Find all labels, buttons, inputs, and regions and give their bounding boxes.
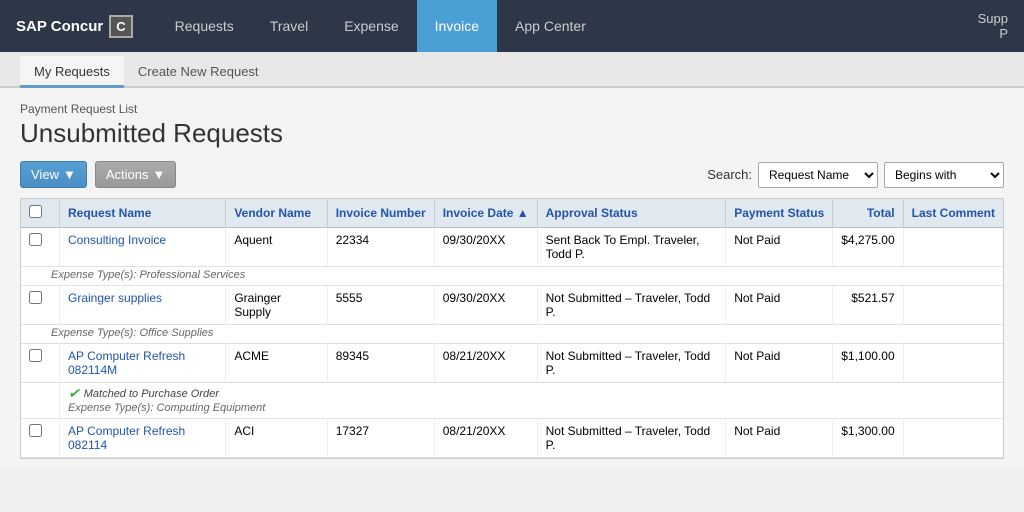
sub-row-3-po: ✔ Matched to Purchase Order Expense Type… [21,383,1003,419]
view-button[interactable]: View ▼ [20,161,87,188]
invoice-number-2: 5555 [327,286,434,325]
col-request-name[interactable]: Request Name [60,199,226,228]
matched-po-indicator: ✔ Matched to Purchase Order [68,385,995,402]
nav-right: Supp P [978,11,1008,41]
approval-status-3: Not Submitted – Traveler, Todd P. [537,344,726,383]
invoice-number-1: 22334 [327,228,434,267]
last-comment-2 [903,286,1003,325]
nav-app-center[interactable]: App Center [497,0,604,52]
total-2: $521.57 [833,286,903,325]
top-navigation: SAP Concur C Requests Travel Expense Inv… [0,0,1024,52]
row-checkbox-4[interactable] [29,424,42,437]
payment-status-1: Not Paid [726,228,833,267]
last-comment-4 [903,419,1003,458]
search-condition-select[interactable]: Begins with Contains Equals [884,162,1004,188]
col-vendor-name[interactable]: Vendor Name [226,199,327,228]
row-checkbox-1[interactable] [29,233,42,246]
total-4: $1,300.00 [833,419,903,458]
vendor-name-4: ACI [226,419,327,458]
request-name-2[interactable]: Grainger supplies [68,291,162,305]
col-total[interactable]: Total [833,199,903,228]
invoice-date-4: 08/21/20XX [434,419,537,458]
logo-box: C [109,15,132,38]
app-logo: SAP Concur C [16,15,133,38]
payment-status-2: Not Paid [726,286,833,325]
sub-nav-my-requests[interactable]: My Requests [20,56,124,88]
page-title: Unsubmitted Requests [20,118,1004,149]
approval-status-4: Not Submitted – Traveler, Todd P. [537,419,726,458]
table-row: Consulting Invoice Aquent 22334 09/30/20… [21,228,1003,267]
col-invoice-number[interactable]: Invoice Number [327,199,434,228]
col-invoice-date[interactable]: Invoice Date ▲ [434,199,537,228]
total-1: $4,275.00 [833,228,903,267]
table-row: Grainger supplies Grainger Supply 5555 0… [21,286,1003,325]
nav-requests[interactable]: Requests [157,0,252,52]
matched-po-text: Matched to Purchase Order [84,388,219,400]
sub-nav-create-request[interactable]: Create New Request [124,56,273,88]
sub-text-2: Expense Type(s): Office Supplies [21,325,1003,344]
nav-links: Requests Travel Expense Invoice App Cent… [157,0,978,52]
main-content: Payment Request List Unsubmitted Request… [0,88,1024,469]
invoice-number-3: 89345 [327,344,434,383]
select-all-checkbox[interactable] [29,205,42,218]
col-last-comment: Last Comment [903,199,1003,228]
last-comment-1 [903,228,1003,267]
invoice-date-1: 09/30/20XX [434,228,537,267]
sub-row-2: Expense Type(s): Office Supplies [21,325,1003,344]
col-checkbox [21,199,60,228]
requests-table-wrap: Request Name Vendor Name Invoice Number … [20,198,1004,459]
vendor-name-3: ACME [226,344,327,383]
request-name-3[interactable]: AP Computer Refresh 082114M [68,349,185,377]
row-checkbox-2[interactable] [29,291,42,304]
approval-status-2: Not Submitted – Traveler, Todd P. [537,286,726,325]
total-3: $1,100.00 [833,344,903,383]
invoice-date-2: 09/30/20XX [434,286,537,325]
col-approval-status[interactable]: Approval Status [537,199,726,228]
nav-invoice[interactable]: Invoice [417,0,497,52]
logo-text: SAP Concur [16,18,103,35]
table-row: AP Computer Refresh 082114M ACME 89345 0… [21,344,1003,383]
requests-table: Request Name Vendor Name Invoice Number … [21,199,1003,458]
toolbar: View ▼ Actions ▼ Search: Request Name Ve… [20,161,1004,188]
vendor-name-1: Aquent [226,228,327,267]
sub-text-3: Expense Type(s): Computing Equipment [68,402,995,414]
nav-travel[interactable]: Travel [252,0,326,52]
row-checkbox-3[interactable] [29,349,42,362]
last-comment-3 [903,344,1003,383]
vendor-name-2: Grainger Supply [226,286,327,325]
payment-status-4: Not Paid [726,419,833,458]
request-name-1[interactable]: Consulting Invoice [68,233,166,247]
request-name-4[interactable]: AP Computer Refresh 082114 [68,424,185,452]
invoice-number-4: 17327 [327,419,434,458]
nav-expense[interactable]: Expense [326,0,416,52]
sub-navigation: My Requests Create New Request [0,52,1024,88]
approval-status-1: Sent Back To Empl. Traveler, Todd P. [537,228,726,267]
sub-text-1: Expense Type(s): Professional Services [21,267,1003,286]
actions-button[interactable]: Actions ▼ [95,161,177,188]
search-field-select[interactable]: Request Name Vendor Name Invoice Number [758,162,878,188]
col-payment-status[interactable]: Payment Status [726,199,833,228]
search-label: Search: [707,167,752,182]
invoice-date-3: 08/21/20XX [434,344,537,383]
matched-po-icon: ✔ [68,385,80,402]
payment-status-3: Not Paid [726,344,833,383]
breadcrumb: Payment Request List [20,102,1004,116]
search-area: Search: Request Name Vendor Name Invoice… [707,162,1004,188]
table-row: AP Computer Refresh 082114 ACI 17327 08/… [21,419,1003,458]
sub-row-1: Expense Type(s): Professional Services [21,267,1003,286]
